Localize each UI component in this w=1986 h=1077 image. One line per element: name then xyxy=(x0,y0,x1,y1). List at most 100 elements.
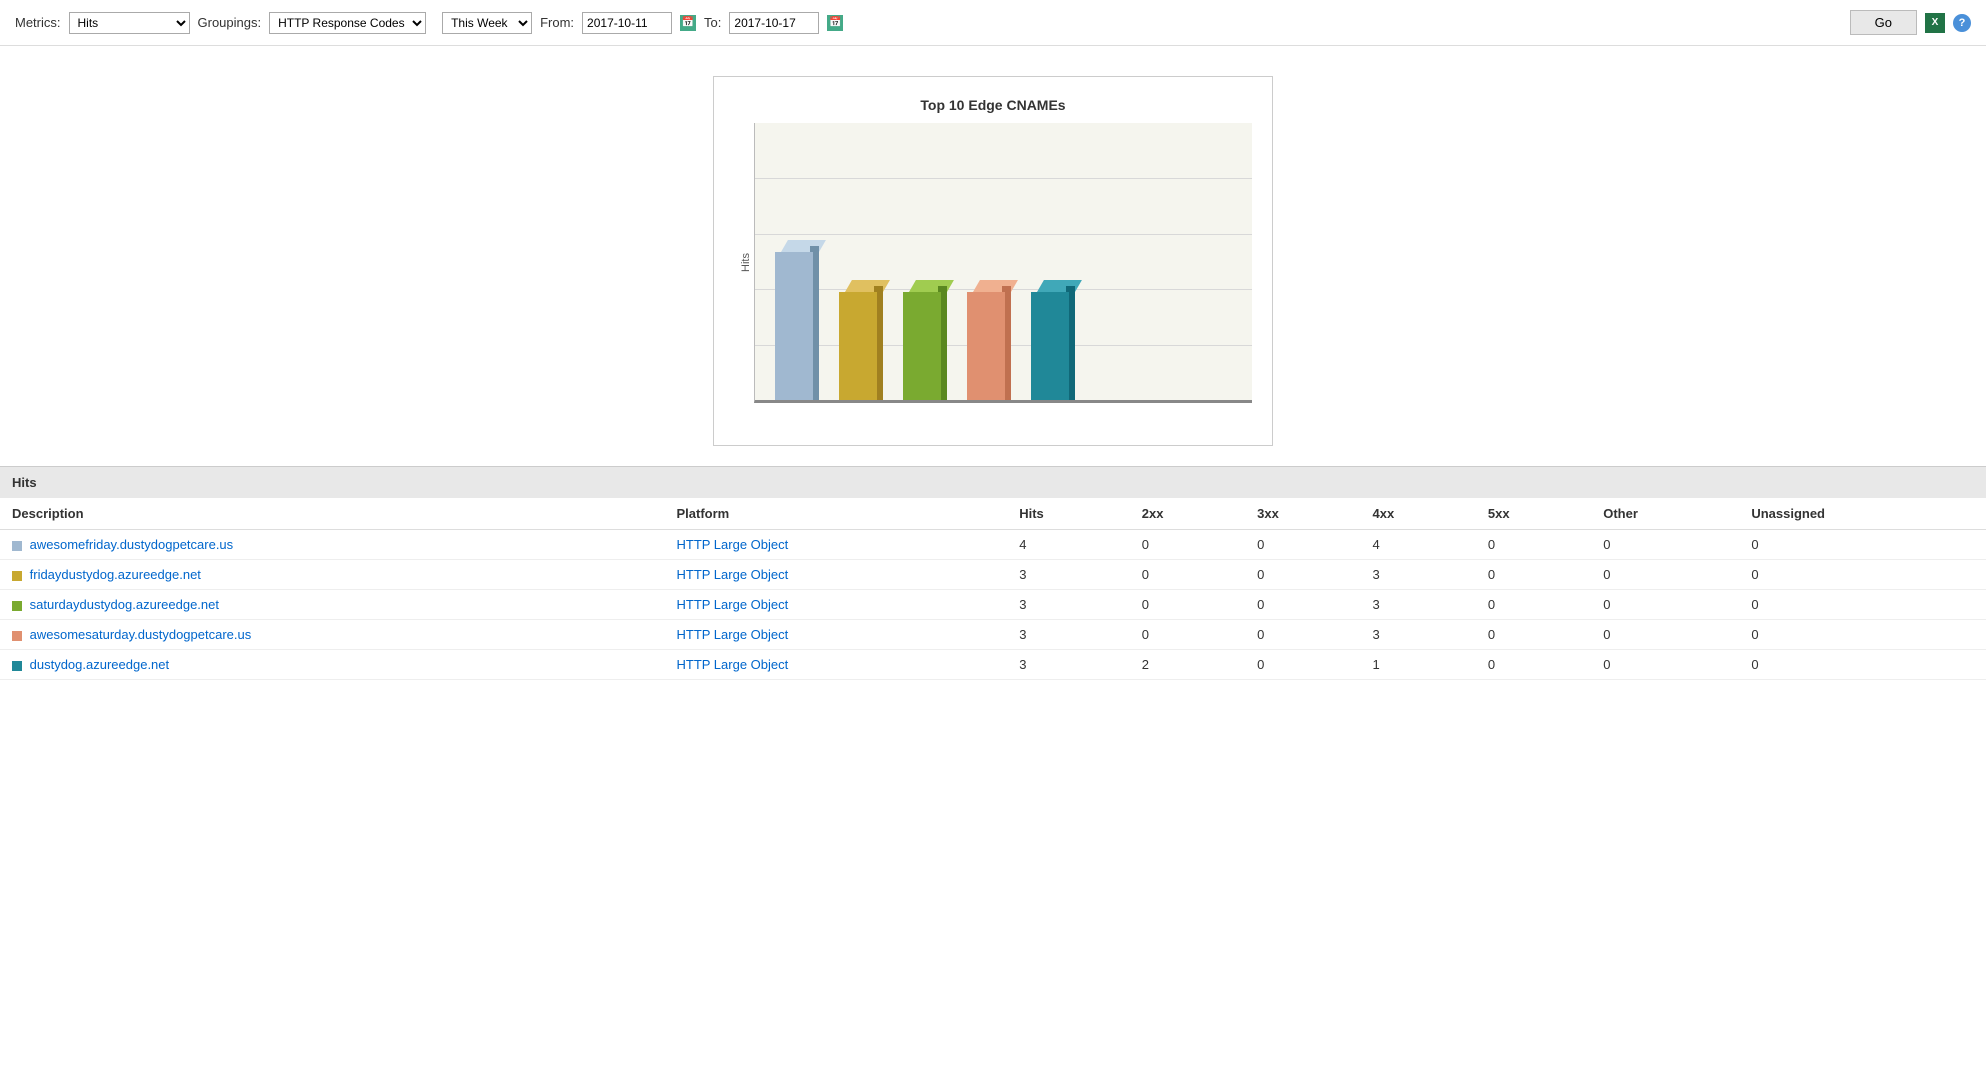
cell-description[interactable]: fridaydustydog.azureedge.net xyxy=(0,560,664,590)
cell-4xx: 3 xyxy=(1361,620,1476,650)
to-calendar-icon[interactable]: 📅 xyxy=(827,15,843,31)
cell-description[interactable]: saturdaydustydog.azureedge.net xyxy=(0,590,664,620)
col-hits: Hits xyxy=(1007,498,1130,530)
cell-4xx: 4 xyxy=(1361,530,1476,560)
cell-5xx: 0 xyxy=(1476,590,1591,620)
cell-5xx: 0 xyxy=(1476,560,1591,590)
cell-hits: 4 xyxy=(1007,530,1130,560)
controls-bar: Metrics: Hits Data Transferred Groupings… xyxy=(0,0,1986,46)
col-other: Other xyxy=(1591,498,1739,530)
cell-4xx: 1 xyxy=(1361,650,1476,680)
cell-2xx: 0 xyxy=(1130,530,1245,560)
to-label: To: xyxy=(704,15,721,30)
col-unassigned: Unassigned xyxy=(1739,498,1986,530)
cell-2xx: 0 xyxy=(1130,560,1245,590)
cell-2xx: 2 xyxy=(1130,650,1245,680)
cell-2xx: 0 xyxy=(1130,620,1245,650)
bar-1: awesomefriday.dustydogpetcare.us xyxy=(775,240,819,400)
cell-platform[interactable]: HTTP Large Object xyxy=(664,530,1007,560)
chart-container: Top 10 Edge CNAMEs Hits xyxy=(0,46,1986,466)
period-select[interactable]: This Week Last Week This Month Last Mont… xyxy=(442,12,532,34)
groupings-select[interactable]: HTTP Response Codes Cache Status HTTP Me… xyxy=(269,12,426,34)
cell-unassigned: 0 xyxy=(1739,560,1986,590)
description-link[interactable]: fridaydustydog.azureedge.net xyxy=(30,567,201,582)
platform-link[interactable]: HTTP Large Object xyxy=(676,537,788,552)
cell-unassigned: 0 xyxy=(1739,650,1986,680)
col-3xx: 3xx xyxy=(1245,498,1360,530)
cell-hits: 3 xyxy=(1007,620,1130,650)
table-row: fridaydustydog.azureedge.net HTTP Large … xyxy=(0,560,1986,590)
cell-other: 0 xyxy=(1591,590,1739,620)
to-input[interactable] xyxy=(729,12,819,34)
cell-4xx: 3 xyxy=(1361,560,1476,590)
platform-link[interactable]: HTTP Large Object xyxy=(676,627,788,642)
groupings-label: Groupings: xyxy=(198,15,262,30)
cell-description[interactable]: awesomesaturday.dustydogpetcare.us xyxy=(0,620,664,650)
cell-4xx: 3 xyxy=(1361,590,1476,620)
platform-link[interactable]: HTTP Large Object xyxy=(676,567,788,582)
cell-3xx: 0 xyxy=(1245,530,1360,560)
table-row: awesomesaturday.dustydogpetcare.us HTTP … xyxy=(0,620,1986,650)
table-row: dustydog.azureedge.net HTTP Large Object… xyxy=(0,650,1986,680)
table-row: saturdaydustydog.azureedge.net HTTP Larg… xyxy=(0,590,1986,620)
cell-platform[interactable]: HTTP Large Object xyxy=(664,560,1007,590)
excel-icon[interactable]: X xyxy=(1925,13,1945,33)
metrics-label: Metrics: xyxy=(15,15,61,30)
cell-other: 0 xyxy=(1591,650,1739,680)
cell-unassigned: 0 xyxy=(1739,530,1986,560)
bars-area: awesomefriday.dustydogpetcare.us fridayd… xyxy=(754,123,1252,403)
cell-2xx: 0 xyxy=(1130,590,1245,620)
cell-unassigned: 0 xyxy=(1739,620,1986,650)
go-button[interactable]: Go xyxy=(1850,10,1917,35)
platform-link[interactable]: HTTP Large Object xyxy=(676,657,788,672)
cell-platform[interactable]: HTTP Large Object xyxy=(664,590,1007,620)
cell-other: 0 xyxy=(1591,620,1739,650)
bar-4: awesomesaturday.dustydogpetcare.us xyxy=(967,280,1011,400)
cell-3xx: 0 xyxy=(1245,560,1360,590)
metrics-select[interactable]: Hits Data Transferred xyxy=(69,12,190,34)
col-4xx: 4xx xyxy=(1361,498,1476,530)
from-calendar-icon[interactable]: 📅 xyxy=(680,15,696,31)
from-input[interactable] xyxy=(582,12,672,34)
row-color-indicator xyxy=(12,661,22,671)
cell-platform[interactable]: HTTP Large Object xyxy=(664,620,1007,650)
table-section-title: Hits xyxy=(0,466,1986,498)
cell-5xx: 0 xyxy=(1476,620,1591,650)
description-link[interactable]: awesomefriday.dustydogpetcare.us xyxy=(30,537,234,552)
row-color-indicator xyxy=(12,571,22,581)
description-link[interactable]: saturdaydustydog.azureedge.net xyxy=(30,597,219,612)
cell-description[interactable]: awesomefriday.dustydogpetcare.us xyxy=(0,530,664,560)
col-platform: Platform xyxy=(664,498,1007,530)
cell-description[interactable]: dustydog.azureedge.net xyxy=(0,650,664,680)
bar-3: saturdaydustydog.azureedge.net xyxy=(903,280,947,400)
table-header-row: Description Platform Hits 2xx 3xx 4xx 5x… xyxy=(0,498,1986,530)
bars-wrapper: awesomefriday.dustydogpetcare.us fridayd… xyxy=(775,123,1075,400)
cell-hits: 3 xyxy=(1007,650,1130,680)
description-link[interactable]: dustydog.azureedge.net xyxy=(30,657,170,672)
table-row: awesomefriday.dustydogpetcare.us HTTP La… xyxy=(0,530,1986,560)
from-label: From: xyxy=(540,15,574,30)
data-table: Description Platform Hits 2xx 3xx 4xx 5x… xyxy=(0,498,1986,680)
cell-5xx: 0 xyxy=(1476,650,1591,680)
cell-3xx: 0 xyxy=(1245,620,1360,650)
col-2xx: 2xx xyxy=(1130,498,1245,530)
col-5xx: 5xx xyxy=(1476,498,1591,530)
row-color-indicator xyxy=(12,601,22,611)
cell-5xx: 0 xyxy=(1476,530,1591,560)
cell-unassigned: 0 xyxy=(1739,590,1986,620)
chart-box: Top 10 Edge CNAMEs Hits xyxy=(713,76,1273,446)
chart-title: Top 10 Edge CNAMEs xyxy=(734,97,1252,113)
col-description: Description xyxy=(0,498,664,530)
y-axis-label: Hits xyxy=(734,123,754,403)
row-color-indicator xyxy=(12,631,22,641)
cell-hits: 3 xyxy=(1007,590,1130,620)
platform-link[interactable]: HTTP Large Object xyxy=(676,597,788,612)
cell-hits: 3 xyxy=(1007,560,1130,590)
row-color-indicator xyxy=(12,541,22,551)
cell-platform[interactable]: HTTP Large Object xyxy=(664,650,1007,680)
help-icon[interactable]: ? xyxy=(1953,14,1971,32)
cell-other: 0 xyxy=(1591,530,1739,560)
bar-5: dustydog.azureedge.net xyxy=(1031,280,1075,400)
description-link[interactable]: awesomesaturday.dustydogpetcare.us xyxy=(30,627,252,642)
cell-3xx: 0 xyxy=(1245,590,1360,620)
